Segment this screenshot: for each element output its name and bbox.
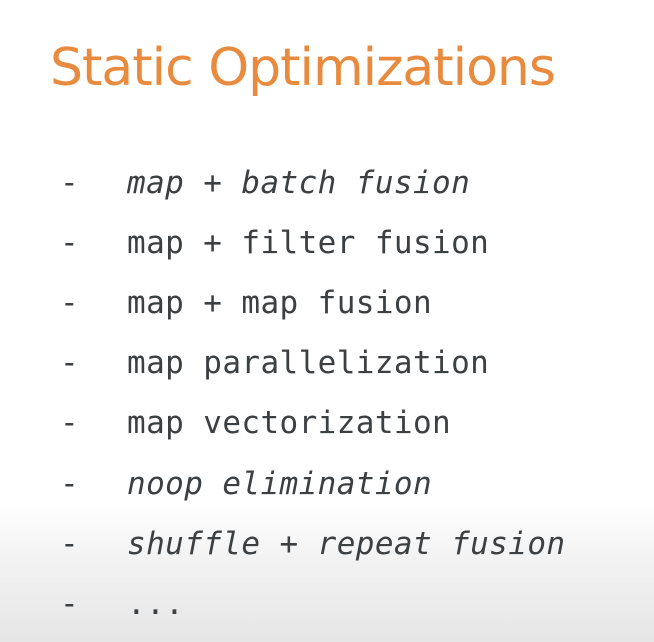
bullet-dash: - <box>60 466 79 502</box>
list-item: - map + map fusion <box>0 283 654 323</box>
list-item: - shuffle + repeat fusion <box>0 524 654 564</box>
item-text: shuffle + repeat fusion <box>127 526 566 562</box>
item-text: map + map fusion <box>127 285 433 321</box>
list-item: - noop elimination <box>0 464 654 504</box>
item-text: map + batch fusion <box>127 165 471 201</box>
item-text: map vectorization <box>127 405 452 441</box>
bullet-dash: - <box>60 586 79 622</box>
slide-title: Static Optimizations <box>50 38 556 98</box>
list-item: - map + filter fusion <box>0 223 654 263</box>
bullet-dash: - <box>60 405 79 441</box>
item-text: map parallelization <box>127 345 490 381</box>
bullet-dash: - <box>60 225 79 261</box>
item-text: ... <box>127 586 185 622</box>
list-item: - map + batch fusion <box>0 163 654 203</box>
list-item: - map vectorization <box>0 403 654 443</box>
item-text: map + filter fusion <box>127 225 490 261</box>
bullet-dash: - <box>60 526 79 562</box>
list-item: - ... <box>0 584 654 624</box>
bullet-dash: - <box>60 285 79 321</box>
item-text: noop elimination <box>127 466 433 502</box>
bullet-dash: - <box>60 165 79 201</box>
list-item: - map parallelization <box>0 343 654 383</box>
bullet-dash: - <box>60 345 79 381</box>
